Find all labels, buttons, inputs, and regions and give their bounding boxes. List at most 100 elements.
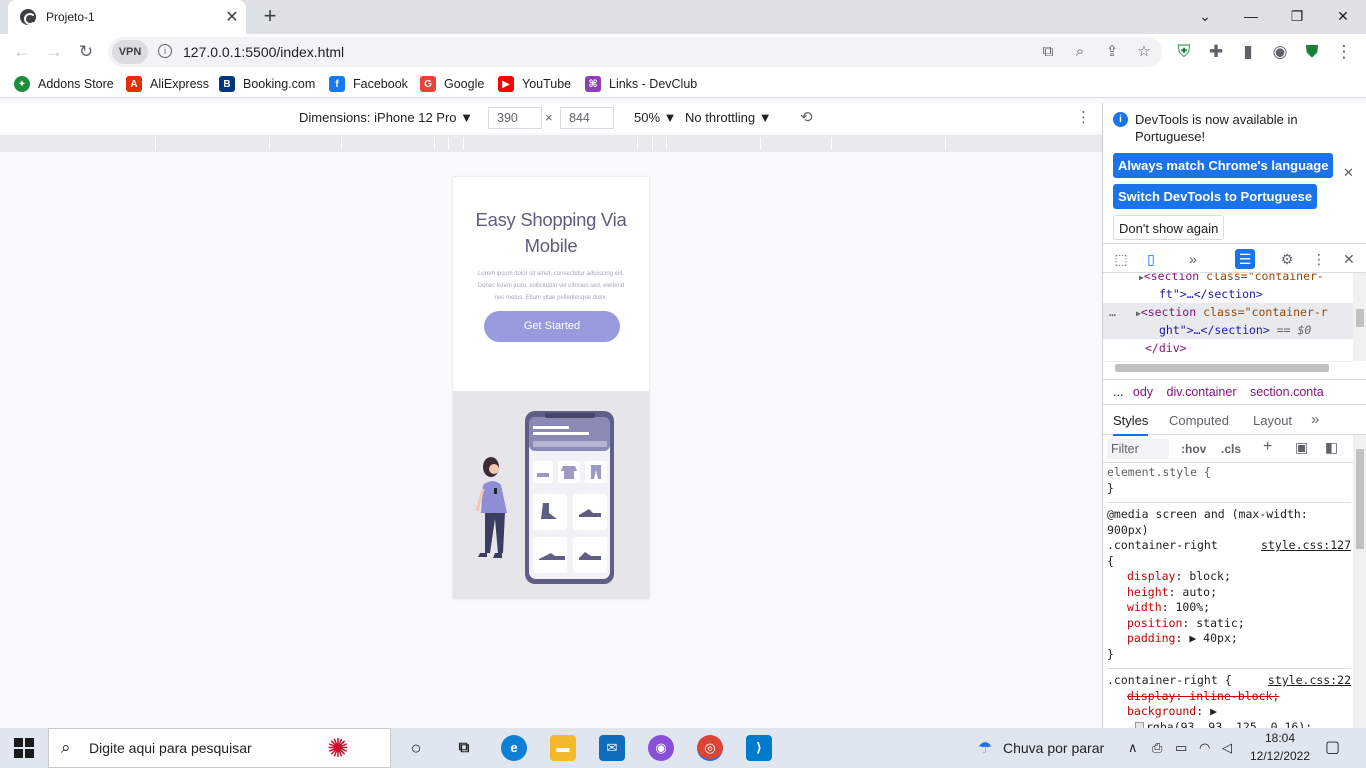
zoom-icon[interactable]: ⌕: [1070, 42, 1090, 62]
prop-background[interactable]: background: ▶: [1107, 704, 1351, 720]
styles-pane[interactable]: element.style { } @media screen and (max…: [1107, 465, 1351, 728]
prop-height[interactable]: height: auto;: [1107, 585, 1351, 601]
toggle-sidebar-icon[interactable]: ◧: [1325, 439, 1338, 456]
breadcrumb-section[interactable]: section.conta: [1250, 385, 1324, 399]
weather-icon[interactable]: ☂: [978, 738, 992, 758]
style-link-22[interactable]: style.css:22: [1268, 673, 1351, 689]
dom-node-section-left[interactable]: ▶<section class="container-: [1103, 273, 1353, 285]
cortana-icon[interactable]: ○: [403, 735, 429, 761]
zoom-select[interactable]: 50% ▼: [634, 110, 677, 125]
security-extension-icon[interactable]: ⛊: [1300, 40, 1324, 64]
chrome-icon[interactable]: ◎: [697, 735, 723, 761]
inspect-element-icon[interactable]: ⬚: [1111, 249, 1131, 269]
side-panel-icon[interactable]: ▮: [1236, 40, 1260, 64]
devtools-menu-icon[interactable]: ⋮: [1309, 249, 1329, 269]
windows-start-icon[interactable]: [14, 738, 34, 758]
infobar-close-icon[interactable]: ✕: [1343, 165, 1354, 181]
battery-icon[interactable]: ▭: [1175, 740, 1187, 756]
minimize-button[interactable]: —: [1239, 4, 1263, 28]
wifi-icon[interactable]: ◠: [1199, 740, 1210, 756]
element-state-icon[interactable]: ▣: [1295, 439, 1308, 456]
prop-background-value[interactable]: rgba(93, 93, 125, 0.16);: [1107, 720, 1351, 728]
weather-text[interactable]: Chuva por parar: [1003, 740, 1104, 756]
prop-position[interactable]: position: static;: [1107, 616, 1351, 632]
taskbar-search[interactable]: ⌕ Digite aqui para pesquisar ✺: [48, 728, 391, 768]
device-toggle-icon[interactable]: ▯: [1141, 249, 1161, 269]
tab-close-icon[interactable]: ✕: [222, 7, 242, 27]
menu-kebab-icon[interactable]: ⋮: [1332, 40, 1356, 64]
notifications-icon[interactable]: ▢: [1325, 737, 1340, 757]
device-dimensions-select[interactable]: Dimensions: iPhone 12 Pro ▼: [299, 110, 473, 125]
rule-container-right[interactable]: .container-right {style.css:22: [1107, 668, 1351, 689]
breadcrumb-ellipsis[interactable]: ...: [1113, 385, 1123, 399]
edge-icon[interactable]: e: [501, 735, 527, 761]
bookmark-youtube[interactable]: ▶ YouTube: [498, 75, 571, 93]
elements-vscroll[interactable]: [1353, 273, 1366, 361]
new-style-rule-icon[interactable]: +: [1263, 438, 1272, 456]
get-started-button[interactable]: Get Started: [484, 311, 620, 342]
device-icon[interactable]: ⎙: [1152, 740, 1162, 756]
file-explorer-icon[interactable]: ▬: [550, 735, 576, 761]
element-style-rule[interactable]: element.style {: [1107, 465, 1351, 481]
issues-icon[interactable]: ☰: [1235, 249, 1255, 269]
forward-button[interactable]: →: [42, 40, 66, 64]
prop-display[interactable]: display: block;: [1107, 569, 1351, 585]
mail-icon[interactable]: ✉: [599, 735, 625, 761]
devtools-close-icon[interactable]: ✕: [1339, 249, 1359, 269]
bookmark-google[interactable]: G Google: [420, 75, 484, 93]
prop-display-overridden[interactable]: display: inline-block;: [1107, 689, 1351, 705]
profile-icon[interactable]: ◉: [1268, 40, 1292, 64]
site-info-icon[interactable]: i: [158, 44, 172, 58]
rotate-icon[interactable]: ⟲: [800, 108, 813, 126]
bookmark-booking[interactable]: B Booking.com: [219, 75, 315, 93]
prop-padding[interactable]: padding: ▶ 40px;: [1107, 631, 1351, 647]
address-bar[interactable]: VPN i 127.0.0.1:5500/index.html ⧉ ⌕ ⇪ ☆: [108, 37, 1162, 67]
extensions-icon[interactable]: ✚: [1204, 40, 1228, 64]
throttling-select[interactable]: No throttling ▼: [685, 110, 772, 125]
always-match-language-button[interactable]: Always match Chrome's language: [1113, 153, 1334, 178]
media-query-bar[interactable]: [0, 135, 1102, 152]
browser-app-icon[interactable]: ◉: [648, 735, 674, 761]
clock-time[interactable]: 18:04: [1250, 731, 1310, 745]
close-window-button[interactable]: ✕: [1331, 4, 1355, 28]
url-text[interactable]: 127.0.0.1:5500/index.html: [183, 44, 344, 60]
tab-search-chevron-icon[interactable]: ⌄: [1193, 4, 1217, 28]
share-icon[interactable]: ⇪: [1102, 42, 1122, 62]
bookmark-links-devclub[interactable]: ⌘ Links - DevClub: [585, 75, 697, 93]
breadcrumb-div-container[interactable]: div.container: [1167, 385, 1237, 399]
vpn-badge[interactable]: VPN: [112, 40, 148, 64]
bookmark-facebook[interactable]: f Facebook: [329, 75, 408, 93]
restore-button[interactable]: ❐: [1285, 4, 1309, 28]
vscode-icon[interactable]: ⟩: [746, 735, 772, 761]
tab-more[interactable]: »: [1311, 411, 1319, 428]
elements-hscroll[interactable]: [1103, 361, 1353, 373]
tray-chevron-icon[interactable]: ∧: [1128, 740, 1138, 756]
switch-to-portuguese-button[interactable]: Switch DevTools to Portuguese: [1113, 184, 1318, 209]
device-more-options-icon[interactable]: ⋮: [1076, 108, 1091, 126]
breadcrumb-body[interactable]: ody: [1133, 385, 1153, 399]
dom-node-section-right[interactable]: … ▶<section class="container-r: [1103, 303, 1353, 321]
more-tabs-icon[interactable]: »: [1183, 249, 1203, 269]
bookmark-star-icon[interactable]: ☆: [1134, 42, 1154, 62]
new-tab-button[interactable]: +: [258, 5, 282, 29]
tab-layout[interactable]: Layout: [1253, 413, 1292, 428]
hov-toggle[interactable]: :hov: [1181, 442, 1206, 456]
reload-button[interactable]: ↻: [74, 40, 98, 64]
bookmark-aliexpress[interactable]: A AliExpress: [126, 75, 209, 93]
styles-filter-input[interactable]: Filter: [1107, 439, 1169, 459]
dom-node-div-close[interactable]: </div>: [1103, 339, 1353, 357]
clock-date[interactable]: 12/12/2022: [1248, 749, 1312, 763]
task-view-icon[interactable]: ⧉: [451, 735, 477, 761]
bookmark-addons-store[interactable]: ✦ Addons Store: [14, 75, 114, 93]
device-height-input[interactable]: 844: [560, 107, 614, 129]
vpn-extension-icon[interactable]: ⛨: [1172, 40, 1196, 64]
elements-tree[interactable]: ▶<section class="container- ft">…</secti…: [1103, 273, 1353, 363]
tab-styles[interactable]: Styles: [1113, 413, 1149, 436]
settings-gear-icon[interactable]: ⚙: [1277, 249, 1297, 269]
volume-icon[interactable]: ◁: [1222, 740, 1232, 756]
prop-width[interactable]: width: 100%;: [1107, 600, 1351, 616]
cls-toggle[interactable]: .cls: [1221, 442, 1241, 456]
dont-show-again-button[interactable]: Don't show again: [1113, 215, 1225, 240]
tab-projeto-1[interactable]: Projeto-1 ✕: [8, 0, 246, 34]
style-link-127[interactable]: style.css:127: [1261, 538, 1351, 554]
